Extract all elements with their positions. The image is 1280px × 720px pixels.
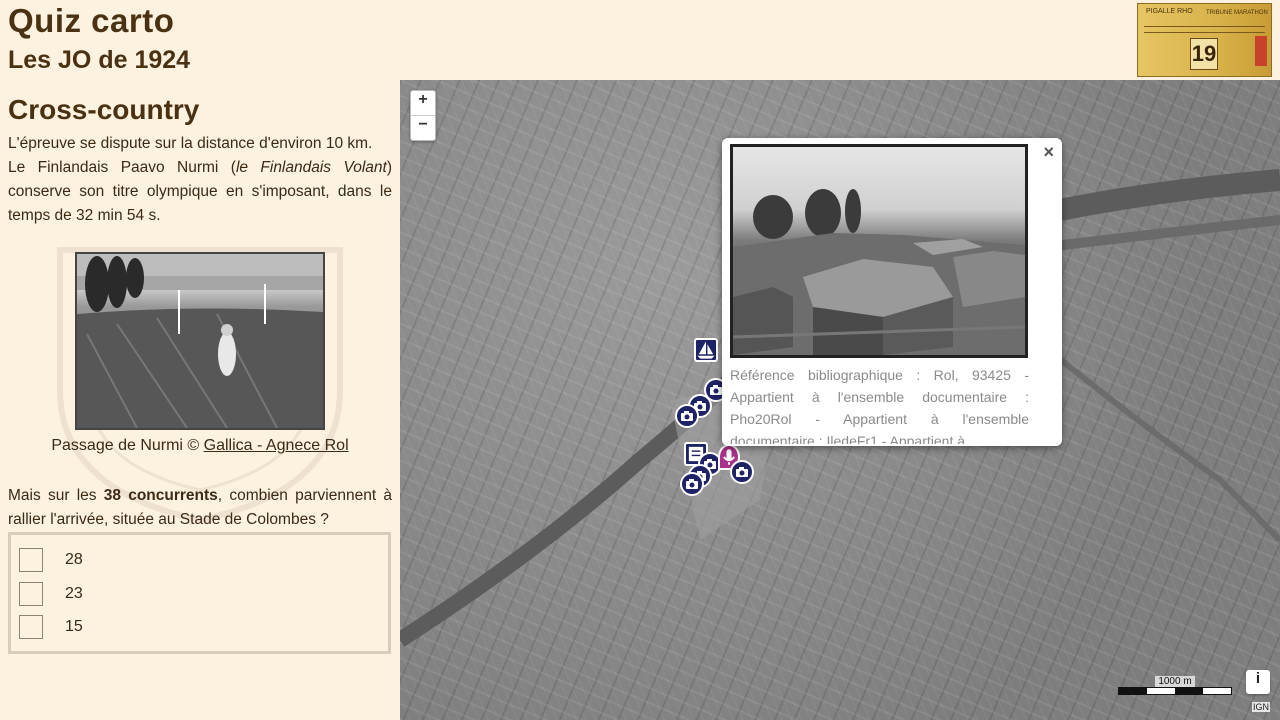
answer-checkbox[interactable] bbox=[19, 582, 43, 606]
nurmi-photo bbox=[75, 252, 325, 430]
camera-icon bbox=[681, 411, 693, 421]
intro-line-distance: L'épreuve se dispute sur la distance d'e… bbox=[8, 135, 373, 152]
intro-paragraph-nurmi: Le Finlandais Paavo Nurmi (le Finlandais… bbox=[8, 159, 392, 224]
photo-caption: Passage de Nurmi © Gallica - Agnece Rol bbox=[0, 437, 400, 455]
map-marker-photo[interactable] bbox=[730, 460, 754, 484]
popup-close-button[interactable]: × bbox=[1043, 142, 1054, 163]
answer-option-15[interactable]: 15 bbox=[19, 614, 83, 640]
popup-photo bbox=[730, 144, 1028, 358]
ticket-text-left: PIGALLE RHO bbox=[1146, 8, 1193, 15]
popup-reference-text: Référence bibliographique : Rol, 93425 -… bbox=[730, 367, 1029, 444]
intro-text: L'épreuve se dispute sur la distance d'e… bbox=[8, 132, 392, 228]
quiz-panel: Cross-country L'épreuve se dispute sur l… bbox=[0, 80, 400, 720]
sailboat-icon bbox=[697, 341, 715, 359]
section-title: Cross-country bbox=[8, 94, 200, 125]
answer-option-28[interactable]: 28 bbox=[19, 547, 83, 573]
map-marker-photo[interactable] bbox=[675, 404, 699, 428]
gallica-link[interactable]: Gallica - Agnece Rol bbox=[204, 437, 349, 454]
camera-icon bbox=[736, 467, 748, 477]
answer-label: 15 bbox=[65, 618, 83, 635]
ign-attribution: IGN bbox=[1252, 702, 1271, 712]
answer-label: 28 bbox=[65, 551, 83, 568]
ticket-text-right: TRIBUNE MARATHON bbox=[1206, 10, 1268, 16]
ticket-number: 19 bbox=[1190, 38, 1218, 70]
map-view[interactable]: + − × Référence bibliographique: Rol, 9… bbox=[400, 80, 1280, 720]
zoom-control: + − bbox=[410, 90, 436, 141]
camera-icon bbox=[686, 479, 698, 489]
answer-options: 28 23 15 bbox=[8, 532, 391, 654]
app-title: Quiz carto bbox=[8, 2, 175, 39]
question-text: Mais sur les 38 concurrents, combien par… bbox=[8, 487, 392, 528]
scale-label: 1000 m bbox=[1155, 676, 1195, 687]
ticket-image: PIGALLE RHO TRIBUNE MARATHON 19 bbox=[1137, 3, 1272, 77]
app-subtitle: Les JO de 1924 bbox=[8, 46, 191, 74]
scale-bar bbox=[1118, 687, 1232, 695]
zoom-out-button[interactable]: − bbox=[411, 115, 435, 140]
answer-checkbox[interactable] bbox=[19, 548, 43, 572]
map-marker-photo[interactable] bbox=[680, 472, 704, 496]
zoom-in-button[interactable]: + bbox=[411, 91, 435, 115]
camera-icon bbox=[710, 385, 722, 395]
map-scale: 1000 m bbox=[1118, 676, 1232, 695]
answer-label: 23 bbox=[65, 585, 83, 602]
photo-caption-text: Passage de Nurmi © bbox=[51, 437, 204, 454]
map-marker-sailing[interactable] bbox=[694, 338, 718, 362]
info-button[interactable]: i bbox=[1246, 670, 1270, 694]
map-popup: × Référence bibliographique : Rol, 93425… bbox=[722, 138, 1062, 446]
answer-checkbox[interactable] bbox=[19, 615, 43, 639]
answer-option-23[interactable]: 23 bbox=[19, 581, 83, 607]
